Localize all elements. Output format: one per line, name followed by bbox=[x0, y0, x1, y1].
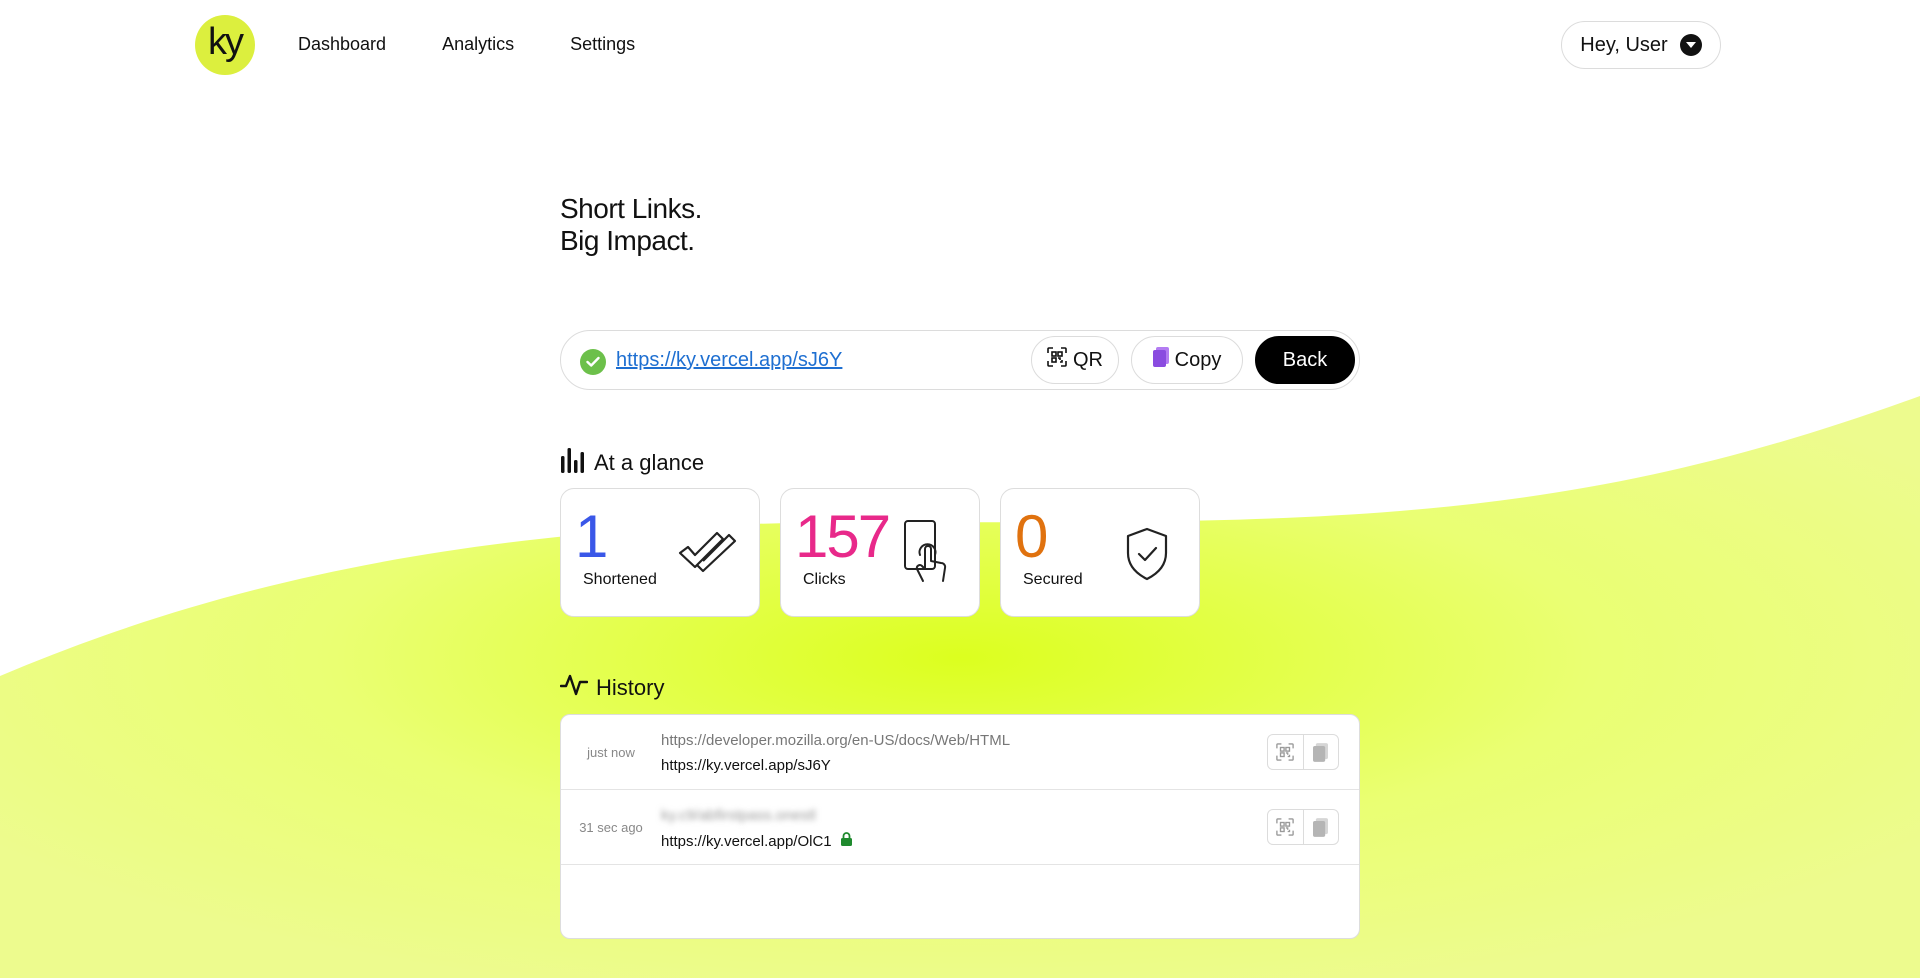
stat-value: 1 bbox=[575, 503, 608, 570]
nav-dashboard[interactable]: Dashboard bbox=[298, 34, 386, 55]
hero-heading: Short Links. Big Impact. bbox=[560, 193, 702, 257]
chevron-down-icon bbox=[1679, 34, 1702, 56]
copy-button-label: Copy bbox=[1174, 348, 1222, 371]
hero-line-2: Big Impact. bbox=[560, 225, 695, 256]
history-actions bbox=[1267, 809, 1339, 845]
bar-chart-icon bbox=[560, 447, 586, 479]
back-button[interactable]: Back bbox=[1255, 336, 1355, 384]
shield-check-icon bbox=[1125, 527, 1169, 586]
stat-label: Shortened bbox=[583, 571, 657, 588]
nav-settings[interactable]: Settings bbox=[570, 34, 635, 55]
history-short-url-text[interactable]: https://ky.vercel.app/sJ6Y bbox=[661, 757, 831, 774]
copy-icon bbox=[1152, 347, 1169, 373]
history-short-url: https://ky.vercel.app/sJ6Y bbox=[661, 757, 831, 774]
activity-icon bbox=[559, 674, 589, 702]
history-short-url-text[interactable]: https://ky.vercel.app/OlC1 bbox=[661, 833, 832, 850]
history-original-url: ky.c9/abfirstpass.onestl bbox=[661, 807, 816, 824]
qr-button[interactable]: QR bbox=[1031, 336, 1119, 384]
glance-title: At a glance bbox=[594, 450, 705, 475]
stat-card-shortened: 1 Shortened bbox=[560, 488, 760, 617]
history-short-url: https://ky.vercel.app/OlC1 bbox=[661, 832, 853, 850]
qr-button-label: QR bbox=[1073, 348, 1103, 371]
history-row[interactable]: just now https://developer.mozilla.org/e… bbox=[561, 715, 1359, 790]
history-list: just now https://developer.mozilla.org/e… bbox=[560, 714, 1360, 939]
history-row[interactable]: 31 sec ago ky.c9/abfirstpass.onestl http… bbox=[561, 790, 1359, 865]
nav-analytics[interactable]: Analytics bbox=[442, 34, 514, 55]
page: ky Dashboard Analytics Settings Hey, Use… bbox=[0, 0, 1920, 978]
stat-value: 0 bbox=[1015, 503, 1048, 570]
qr-code-icon[interactable] bbox=[1268, 735, 1303, 769]
tap-phone-icon bbox=[903, 519, 951, 590]
double-check-icon bbox=[677, 529, 739, 578]
check-circle-icon bbox=[580, 349, 606, 375]
copy-button[interactable]: Copy bbox=[1131, 336, 1243, 384]
stat-value: 157 bbox=[795, 503, 891, 570]
back-button-label: Back bbox=[1282, 348, 1328, 371]
short-url-link[interactable]: https://ky.vercel.app/sJ6Y bbox=[616, 349, 842, 372]
main-nav: Dashboard Analytics Settings bbox=[298, 34, 635, 55]
qr-code-icon[interactable] bbox=[1268, 810, 1303, 844]
qr-code-icon bbox=[1047, 347, 1067, 373]
history-title: History bbox=[596, 675, 665, 700]
history-actions bbox=[1267, 734, 1339, 770]
copy-icon[interactable] bbox=[1302, 810, 1339, 844]
stat-card-secured: 0 Secured bbox=[1000, 488, 1200, 617]
copy-icon[interactable] bbox=[1302, 735, 1339, 769]
history-heading: History bbox=[559, 674, 665, 702]
history-time: just now bbox=[587, 745, 635, 760]
history-time: 31 sec ago bbox=[579, 820, 643, 835]
hero-line-1: Short Links. bbox=[560, 193, 702, 224]
short-url-bar: https://ky.vercel.app/sJ6Y QR Copy Back bbox=[560, 330, 1360, 390]
stat-card-clicks: 157 Clicks bbox=[780, 488, 980, 617]
user-greeting: Hey, User bbox=[1580, 33, 1668, 56]
logo[interactable]: ky bbox=[195, 15, 255, 75]
history-original-url: https://developer.mozilla.org/en-US/docs… bbox=[661, 732, 1011, 749]
glance-heading: At a glance bbox=[560, 447, 704, 479]
user-menu-button[interactable]: Hey, User bbox=[1561, 21, 1721, 69]
stat-label: Clicks bbox=[803, 571, 846, 588]
stat-label: Secured bbox=[1023, 571, 1083, 588]
lock-icon bbox=[840, 832, 853, 850]
